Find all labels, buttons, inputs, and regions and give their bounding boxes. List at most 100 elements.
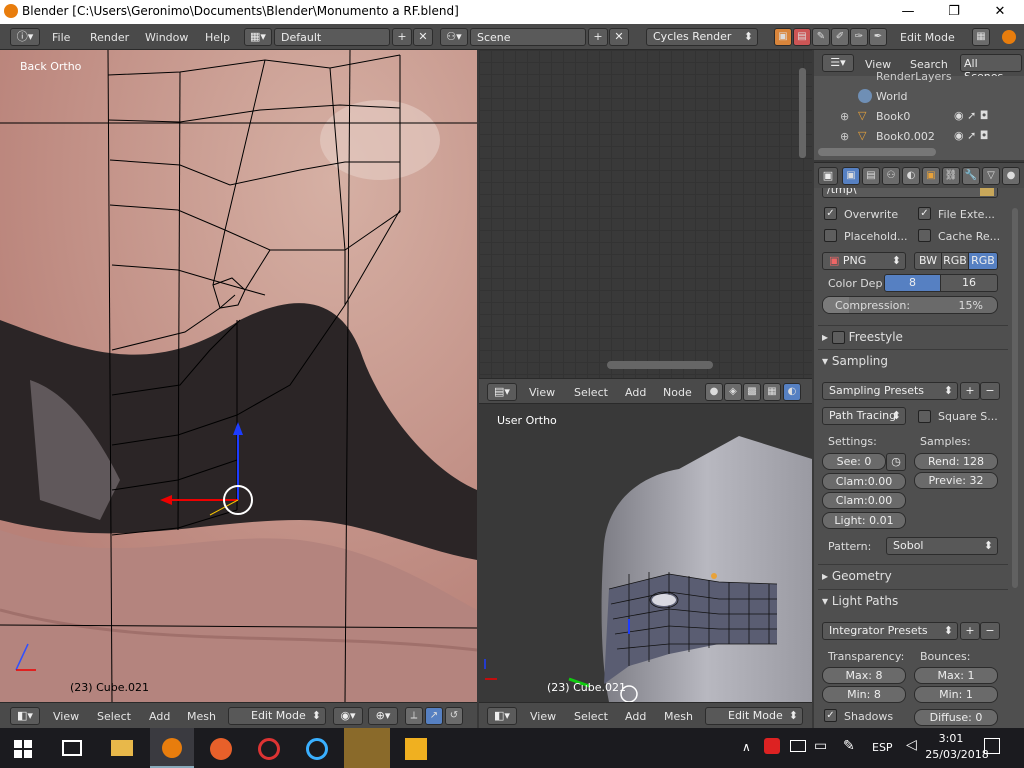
screen-icon[interactable]: ▦ xyxy=(972,28,990,46)
preview-samples-field[interactable]: Previe: 32 xyxy=(914,472,998,489)
geometry-panel-header[interactable]: ▸ Geometry xyxy=(818,564,1008,586)
render-tab-icon[interactable]: ▣ xyxy=(842,167,860,185)
visibility-eye-icon[interactable]: ◉ ➚ ◘ xyxy=(954,109,989,122)
data-tab-icon[interactable]: ▽ xyxy=(982,167,1000,185)
integrator-presets-select[interactable]: Integrator Presets ⬍ xyxy=(822,622,958,640)
menu-help[interactable]: Help xyxy=(205,31,230,44)
menu-render[interactable]: Render xyxy=(90,31,129,44)
outliner-item-renderlayers[interactable]: RenderLayers xyxy=(876,70,952,83)
add-scene-button[interactable]: + xyxy=(588,28,608,46)
outliner-hscrollbar[interactable] xyxy=(818,148,936,156)
menu-file[interactable]: File xyxy=(52,31,70,44)
remove-sampling-preset-button[interactable]: − xyxy=(980,382,1000,400)
checker-icon[interactable]: ▦ xyxy=(763,383,781,401)
clamp-indirect-field[interactable]: Clam:0.00 xyxy=(822,492,906,509)
tray-network-icon[interactable]: ▭ xyxy=(814,738,827,754)
menu-add[interactable]: Add xyxy=(625,710,646,723)
compositing-nodes-icon[interactable]: ◈ xyxy=(724,383,742,401)
sampling-method-select[interactable]: Path Tracing ⬍ xyxy=(822,407,906,425)
node-menu-add[interactable]: Add xyxy=(625,386,646,399)
media-player-icon[interactable] xyxy=(405,738,427,760)
world-icon[interactable]: ◐ xyxy=(783,383,801,401)
viewport-user-ortho[interactable]: User Ortho (23) Cube.021 xyxy=(479,404,812,702)
menu-select[interactable]: Select xyxy=(574,710,608,723)
seed-field[interactable]: See: 0 xyxy=(822,453,886,470)
shadows-checkbox[interactable]: ✓ xyxy=(824,709,837,722)
sampling-panel-header[interactable]: ▾ Sampling xyxy=(818,349,1008,371)
menu-window[interactable]: Window xyxy=(145,31,188,44)
blender-taskbar-icon[interactable] xyxy=(150,728,194,768)
output-path-field[interactable]: /tmp\ xyxy=(822,188,998,198)
properties-scrollbar[interactable] xyxy=(1012,208,1018,588)
menu-view[interactable]: View xyxy=(53,710,79,723)
transparency-min-field[interactable]: Min: 8 xyxy=(822,686,906,703)
transparency-max-field[interactable]: Max: 8 xyxy=(822,667,906,684)
menu-add[interactable]: Add xyxy=(149,710,170,723)
mode-select[interactable]: Edit Mode ⬍ xyxy=(705,707,803,725)
pattern-select[interactable]: Sobol ⬍ xyxy=(886,537,998,555)
scene-name-field[interactable]: Scene xyxy=(470,28,586,46)
compression-slider[interactable]: Compression: 15% xyxy=(822,296,998,314)
render-icon[interactable]: ▣ xyxy=(774,28,792,46)
node-editor-area[interactable] xyxy=(479,50,812,378)
manipulator-icon[interactable]: ⟂ xyxy=(405,707,423,725)
tray-language[interactable]: ESP xyxy=(872,741,893,754)
outliner-item-book0002[interactable]: Book0.002 xyxy=(876,130,935,143)
menu-view[interactable]: View xyxy=(530,710,556,723)
light-sampling-threshold-field[interactable]: Light: 0.01 xyxy=(822,512,906,529)
texture-nodes-icon[interactable]: ▩ xyxy=(743,383,761,401)
tray-chevron-up-icon[interactable]: ∧ xyxy=(742,740,751,754)
add-sampling-preset-button[interactable]: + xyxy=(960,382,980,400)
diffuse-bounces-field[interactable]: Diffuse: 0 xyxy=(914,709,998,726)
square-samples-checkbox[interactable] xyxy=(918,410,931,423)
remove-integrator-preset-button[interactable]: − xyxy=(980,622,1000,640)
freestyle-panel-header[interactable]: ▸ Freestyle xyxy=(818,325,1008,347)
editor-type-properties-button[interactable]: ▣ xyxy=(818,167,838,185)
app-orange-active-icon[interactable] xyxy=(344,728,390,768)
tray-clock-date[interactable]: 25/03/2018 xyxy=(925,748,989,761)
outliner-item-world[interactable]: World xyxy=(876,90,908,103)
close-button[interactable]: ✕ xyxy=(978,2,1022,22)
scene-tab-icon[interactable]: ⚇ xyxy=(882,167,900,185)
tray-clock-time[interactable]: 3:01 xyxy=(925,732,977,745)
editor-type-3d-button[interactable]: ◧▾ xyxy=(487,707,517,725)
tray-volume-icon[interactable]: ◁ xyxy=(906,737,917,753)
render-engine-select[interactable]: Cycles Render ⬍ xyxy=(646,28,758,46)
visibility-eye-icon[interactable]: ◉ ➚ ◘ xyxy=(954,129,989,142)
translate-icon[interactable]: ↗ xyxy=(425,707,443,725)
remove-scene-button[interactable]: ✕ xyxy=(609,28,629,46)
outliner-filter-select[interactable]: All Scenes xyxy=(960,54,1022,83)
tray-battery-icon[interactable] xyxy=(790,740,806,752)
folder-icon[interactable] xyxy=(980,188,994,196)
overwrite-checkbox[interactable]: ✓ xyxy=(824,207,837,220)
add-layout-button[interactable]: + xyxy=(392,28,412,46)
modifiers-tab-icon[interactable]: 🔧 xyxy=(962,167,980,185)
bounces-min-field[interactable]: Min: 1 xyxy=(914,686,998,703)
editor-type-outliner-button[interactable]: ☰▾ xyxy=(822,54,854,72)
rotate-icon[interactable]: ↺ xyxy=(445,707,463,725)
constraints-tab-icon[interactable]: ⛓ xyxy=(942,167,960,185)
node-menu-select[interactable]: Select xyxy=(574,386,608,399)
outliner-item-book0[interactable]: Book0 xyxy=(876,110,910,123)
menu-mesh[interactable]: Mesh xyxy=(664,710,693,723)
color-depth-16-button[interactable]: 16 xyxy=(940,274,998,292)
clamp-direct-field[interactable]: Clam:0.00 xyxy=(822,473,906,490)
app-blue-icon[interactable] xyxy=(306,738,328,760)
color-rgba-button[interactable]: RGB xyxy=(968,252,998,270)
add-integrator-preset-button[interactable]: + xyxy=(960,622,980,640)
render-samples-field[interactable]: Rend: 128 xyxy=(914,453,998,470)
placeholders-checkbox[interactable] xyxy=(824,229,837,242)
color-depth-8-button[interactable]: 8 xyxy=(884,274,941,292)
animated-seed-clock-icon[interactable]: ◷ xyxy=(886,453,906,471)
editor-type-info-button[interactable]: ⓘ▾ xyxy=(10,28,40,46)
expand-icon[interactable]: ⊕ xyxy=(840,110,849,123)
color-rgb-button[interactable]: RGB xyxy=(941,252,969,270)
editor-type-3d-button[interactable]: ◧▾ xyxy=(10,707,40,725)
task-view-icon[interactable] xyxy=(62,740,82,756)
pivot-point-icon[interactable]: ⊕▾ xyxy=(368,707,398,725)
bounces-max-field[interactable]: Max: 1 xyxy=(914,667,998,684)
node-menu-node[interactable]: Node xyxy=(663,386,692,399)
app-red-icon[interactable] xyxy=(258,738,280,760)
render-layers-tab-icon[interactable]: ▤ xyxy=(862,167,880,185)
tool-brush-icon[interactable]: ✎ xyxy=(812,28,830,46)
